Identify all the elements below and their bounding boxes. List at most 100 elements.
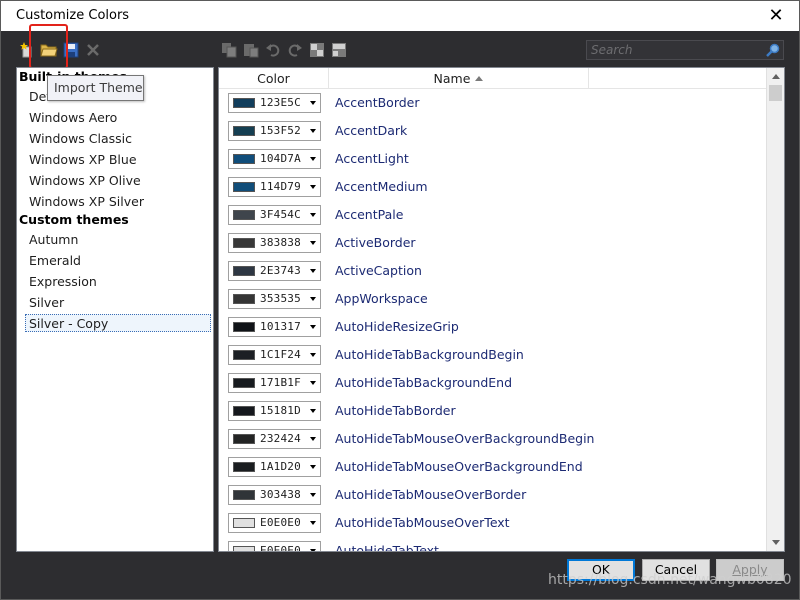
scroll-up-icon[interactable] (772, 74, 780, 79)
dropdown-arrow-icon[interactable] (310, 241, 316, 245)
column-header-color[interactable]: Color (219, 68, 329, 89)
color-picker-dropdown[interactable]: 123E5C (228, 93, 321, 113)
color-hex-value: 303438 (260, 488, 301, 501)
tree-item-windows-xp-silver[interactable]: Windows XP Silver (29, 193, 144, 211)
dropdown-arrow-icon[interactable] (310, 381, 316, 385)
table-row[interactable]: 353535 AppWorkspace (219, 285, 766, 313)
table-row[interactable]: 303438 AutoHideTabMouseOverBorder (219, 481, 766, 509)
dropdown-arrow-icon[interactable] (310, 465, 316, 469)
table-row[interactable]: 383838 ActiveBorder (219, 229, 766, 257)
undo-button[interactable] (262, 39, 284, 61)
search-box[interactable] (586, 40, 784, 60)
color-name[interactable]: AutoHideTabBorder (335, 403, 456, 418)
table-row[interactable]: 101317 AutoHideResizeGrip (219, 313, 766, 341)
color-name[interactable]: AccentBorder (335, 95, 420, 110)
color-picker-dropdown[interactable]: 232424 (228, 429, 321, 449)
color-name[interactable]: AutoHideTabMouseOverText (335, 515, 510, 530)
dropdown-arrow-icon[interactable] (310, 549, 316, 551)
table-row[interactable]: 232424 AutoHideTabMouseOverBackgroundBegi… (219, 425, 766, 453)
table-row[interactable]: 15181D AutoHideTabBorder (219, 397, 766, 425)
color-picker-dropdown[interactable]: 101317 (228, 317, 321, 337)
table-row[interactable]: 153F52 AccentDark (219, 117, 766, 145)
dropdown-arrow-icon[interactable] (310, 353, 316, 357)
close-button[interactable]: ✕ (753, 1, 799, 31)
color-name[interactable]: AutoHideTabBackgroundEnd (335, 375, 512, 390)
color-picker-dropdown[interactable]: 171B1F (228, 373, 321, 393)
table-row[interactable]: 2E3743 ActiveCaption (219, 257, 766, 285)
copy-button[interactable] (218, 39, 240, 61)
color-picker-dropdown[interactable]: 383838 (228, 233, 321, 253)
search-input[interactable] (591, 42, 761, 58)
dropdown-arrow-icon[interactable] (310, 129, 316, 133)
tree-item-autumn[interactable]: Autumn (29, 231, 78, 249)
color-name[interactable]: AppWorkspace (335, 291, 428, 306)
dropdown-arrow-icon[interactable] (310, 269, 316, 273)
color-name[interactable]: AutoHideTabMouseOverBackgroundEnd (335, 459, 583, 474)
color-name[interactable]: AutoHideTabMouseOverBorder (335, 487, 526, 502)
color-picker-dropdown[interactable]: 353535 (228, 289, 321, 309)
color-picker-dropdown[interactable]: 114D79 (228, 177, 321, 197)
delete-theme-button[interactable] (82, 39, 104, 61)
table-row[interactable]: 1A1D20 AutoHideTabMouseOverBackgroundEnd (219, 453, 766, 481)
scroll-down-icon[interactable] (772, 540, 780, 545)
color-name[interactable]: AccentLight (335, 151, 409, 166)
table-row[interactable]: 1C1F24 AutoHideTabBackgroundBegin (219, 341, 766, 369)
color-name[interactable]: AutoHideResizeGrip (335, 319, 459, 334)
dropdown-arrow-icon[interactable] (310, 157, 316, 161)
tree-item-windows-classic[interactable]: Windows Classic (29, 130, 132, 148)
color-rows: 123E5C AccentBorder 153F52 AccentDark 104D7A… (219, 89, 766, 551)
dropdown-arrow-icon[interactable] (310, 297, 316, 301)
color-picker-dropdown[interactable]: 1A1D20 (228, 457, 321, 477)
dropdown-arrow-icon[interactable] (310, 325, 316, 329)
search-icon (766, 43, 780, 57)
dropdown-arrow-icon[interactable] (310, 185, 316, 189)
tree-item-windows-xp-olive[interactable]: Windows XP Olive (29, 172, 141, 190)
color-name[interactable]: AutoHideTabText (335, 543, 439, 551)
search-button[interactable] (765, 42, 781, 61)
dropdown-arrow-icon[interactable] (310, 437, 316, 441)
paste-button[interactable] (240, 39, 262, 61)
color-name[interactable]: ActiveCaption (335, 263, 422, 278)
color-picker-dropdown[interactable]: 2E3743 (228, 261, 321, 281)
color-picker-dropdown[interactable]: E0E0E0 (228, 541, 321, 551)
color-name[interactable]: AccentPale (335, 207, 403, 222)
color-picker-dropdown[interactable]: 153F52 (228, 121, 321, 141)
redo-button[interactable] (284, 39, 306, 61)
column-header-name[interactable]: Name (329, 68, 589, 89)
table-row[interactable]: 171B1F AutoHideTabBackgroundEnd (219, 369, 766, 397)
color-picker-dropdown[interactable]: 303438 (228, 485, 321, 505)
table-row[interactable]: E0E0E0 AutoHideTabMouseOverText (219, 509, 766, 537)
dropdown-arrow-icon[interactable] (310, 101, 316, 105)
dropdown-arrow-icon[interactable] (310, 409, 316, 413)
layout-button-1[interactable] (306, 39, 328, 61)
dropdown-arrow-icon[interactable] (310, 213, 316, 217)
color-name[interactable]: AccentMedium (335, 179, 428, 194)
color-name[interactable]: AccentDark (335, 123, 407, 138)
color-picker-dropdown[interactable]: 1C1F24 (228, 345, 321, 365)
color-name[interactable]: AutoHideTabMouseOverBackgroundBegin (335, 431, 594, 446)
layout-button-2[interactable] (328, 39, 350, 61)
table-row[interactable]: 104D7A AccentLight (219, 145, 766, 173)
table-row[interactable]: 123E5C AccentBorder (219, 89, 766, 117)
tree-item-silver-copy[interactable]: Silver - Copy (25, 314, 211, 332)
color-picker-dropdown[interactable]: E0E0E0 (228, 513, 321, 533)
color-picker-dropdown[interactable]: 15181D (228, 401, 321, 421)
color-name[interactable]: ActiveBorder (335, 235, 416, 250)
color-swatch (233, 406, 255, 416)
color-picker-dropdown[interactable]: 104D7A (228, 149, 321, 169)
color-picker-dropdown[interactable]: 3F454C (228, 205, 321, 225)
color-name[interactable]: AutoHideTabBackgroundBegin (335, 347, 524, 362)
tree-item-windows-aero[interactable]: Windows Aero (29, 109, 117, 127)
scroll-thumb[interactable] (769, 85, 782, 101)
dropdown-arrow-icon[interactable] (310, 493, 316, 497)
tree-item-silver[interactable]: Silver (29, 294, 64, 312)
table-row[interactable]: E0E0E0 AutoHideTabText (219, 537, 766, 551)
tree-item-expression[interactable]: Expression (29, 273, 97, 291)
tree-item-windows-xp-blue[interactable]: Windows XP Blue (29, 151, 137, 169)
table-row[interactable]: 114D79 AccentMedium (219, 173, 766, 201)
tree-item-emerald[interactable]: Emerald (29, 252, 81, 270)
dropdown-arrow-icon[interactable] (310, 521, 316, 525)
table-row[interactable]: 3F454C AccentPale (219, 201, 766, 229)
toolbar (1, 31, 799, 67)
vertical-scrollbar[interactable] (766, 68, 784, 551)
